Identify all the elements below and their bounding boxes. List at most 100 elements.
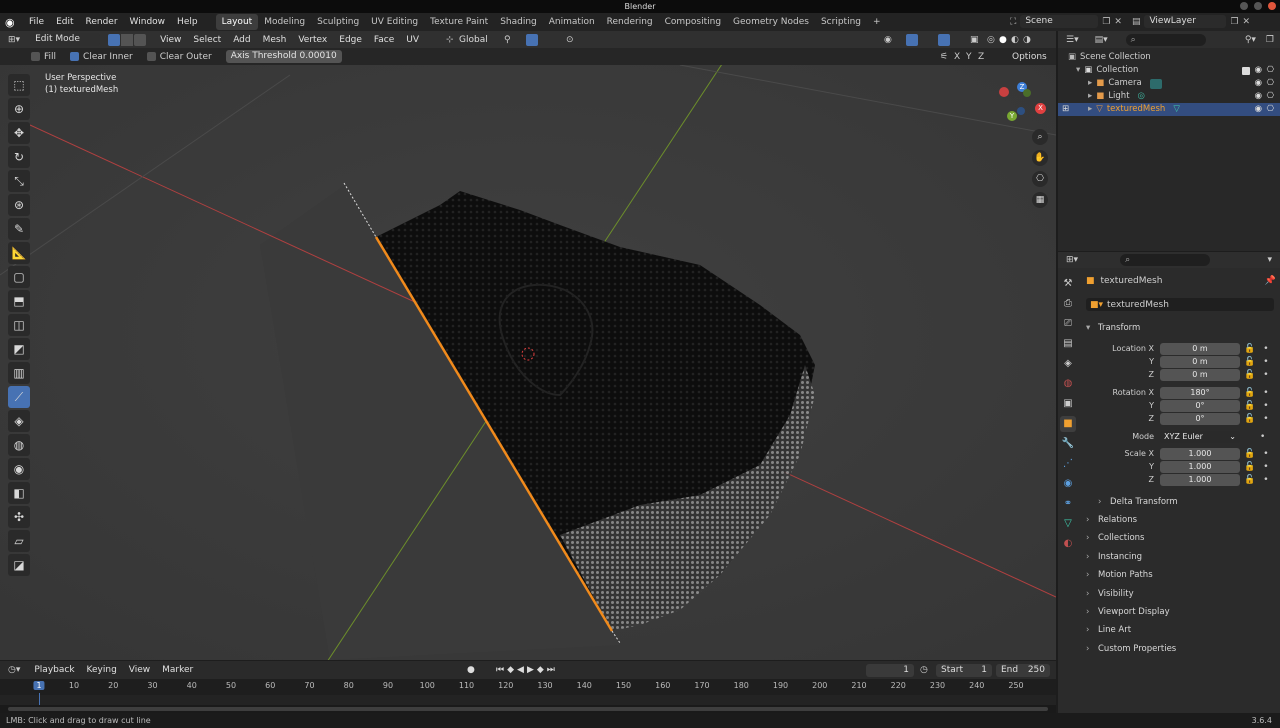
edge-slide-icon[interactable]: ◧ [8,482,30,504]
lock-icon[interactable]: 🔓 [1244,475,1255,485]
gizmo-neg-x[interactable] [999,87,1009,97]
poly-build-icon[interactable]: ◈ [8,410,30,432]
editor-type-icon[interactable]: ⊞▾ [8,35,20,45]
delete-scene-icon[interactable]: ✕ [1114,17,1122,27]
menu-edge[interactable]: Edge [333,31,368,49]
particles-tab-icon[interactable]: ⋰ [1060,456,1076,472]
transform-icon[interactable]: ⊛ [8,194,30,216]
overlay-toggle-icon[interactable] [938,33,950,46]
add-workspace-button[interactable]: + [867,14,887,30]
location-x-field[interactable]: 0 m [1160,342,1240,355]
solid-shading-icon[interactable]: ● [999,35,1007,45]
snap-icon[interactable] [526,33,538,46]
keyframe-dot-icon[interactable]: • [1263,370,1268,380]
end-frame-field[interactable]: End 250 [996,663,1050,677]
expand-arrow-icon[interactable]: ▸ [1088,77,1092,90]
menu-edit[interactable]: Edit [50,13,79,31]
timeline-ruler[interactable]: 1 10 20 30 40 50 60 70 80 90 100 110 120 130 140 150 160… [0,679,1056,707]
edge-select-icon[interactable] [121,33,134,46]
lock-icon[interactable]: 🔓 [1244,357,1255,367]
menu-view[interactable]: View [154,31,187,49]
delta-transform-panel[interactable]: › Delta Transform [1098,494,1280,510]
knife-bisect-icon[interactable]: ⟋ [8,386,30,408]
keyframe-dot-icon[interactable]: • [1263,357,1268,367]
new-scene-icon[interactable]: ❐ [1102,17,1110,27]
viewport-canvas[interactable] [0,65,1056,660]
custom-properties-panel[interactable]: › Custom Properties [1086,641,1278,657]
tab-geometry-nodes[interactable]: Geometry Nodes [727,14,815,30]
rotate-icon[interactable]: ↻ [8,146,30,168]
outliner-search-input[interactable]: ⌕ [1125,33,1206,46]
gizmo-y[interactable]: Y [1007,111,1017,121]
pivot-icon[interactable]: ⚲ [504,35,511,45]
display-mode-icon[interactable]: ▤▾ [1095,35,1108,45]
extrude-icon[interactable]: ⬒ [8,290,30,312]
hand-pan-icon[interactable]: ✋ [1032,150,1048,166]
eye-icon[interactable]: ◉ [1255,77,1262,90]
menu-keying[interactable]: Keying [81,661,123,679]
xray-icon[interactable]: ▣ [970,35,979,45]
options-dropdown[interactable]: Options [1012,52,1047,62]
add-cube-icon[interactable]: ▢ [8,266,30,288]
smooth-icon[interactable]: ◉ [8,458,30,480]
outliner-row-camera[interactable]: ▸ ■ Camera ◉ ⎔ [1058,77,1280,90]
eye-icon[interactable]: ◉ [1255,90,1262,103]
menu-render[interactable]: Render [80,13,124,31]
viewlayer-icon[interactable]: ▤ [1132,17,1141,27]
timeline-scrollbar[interactable] [0,705,1056,713]
close-icon[interactable] [1268,2,1276,10]
tab-rendering[interactable]: Rendering [601,14,659,30]
outliner-editor-type-icon[interactable]: ☰▾ [1066,35,1079,45]
filter-icon[interactable]: ⚲▾ [1245,35,1256,45]
keyframe-dot-icon[interactable]: • [1263,401,1268,411]
constraints-tab-icon[interactable]: ⚭ [1060,496,1076,512]
keyframe-dot-icon[interactable]: • [1263,414,1268,424]
lock-icon[interactable]: 🔓 [1244,401,1255,411]
current-frame-field[interactable]: 1 [866,663,914,677]
ortho-grid-icon[interactable]: ▦ [1032,192,1048,208]
outliner-row-light[interactable]: ▸ ■ Light ◎ ◉ ⎔ [1058,90,1280,103]
lock-icon[interactable]: 🔓 [1244,370,1255,380]
scene-field[interactable]: Scene [1020,15,1099,28]
new-viewlayer-icon[interactable]: ❐ [1230,17,1238,27]
mirror-x[interactable]: X [954,52,960,62]
orientation-icon[interactable]: ⊹ [446,35,454,45]
select-box-icon[interactable]: ⬚ [8,74,30,96]
orientation-dropdown[interactable]: Global [459,35,488,45]
camera-data-icon[interactable] [1149,78,1162,89]
tab-sculpting[interactable]: Sculpting [311,14,365,30]
tab-texture-paint[interactable]: Texture Paint [424,14,494,30]
eye-icon[interactable]: ◉ [1255,64,1262,77]
measure-icon[interactable]: 📐 [8,242,30,264]
timeline-editor-type-icon[interactable]: ◷▾ [8,665,20,675]
spin-icon[interactable]: ◍ [8,434,30,456]
scene-icon[interactable]: ⛶ [1010,17,1016,27]
lock-icon[interactable]: 🔓 [1244,344,1255,354]
expand-arrow-icon[interactable]: ▸ [1088,90,1092,103]
cursor-icon[interactable]: ⊕ [8,98,30,120]
3d-viewport[interactable]: User Perspective (1) texturedMesh Z X Y … [0,65,1056,660]
gizmo-neg-y[interactable] [1023,89,1031,97]
face-select-icon[interactable] [134,33,147,46]
tab-layout[interactable]: Layout [215,14,259,30]
eye-icon[interactable]: ◉ [1255,103,1262,116]
location-z-field[interactable]: 0 m [1160,368,1240,381]
visibility-icon[interactable]: ◉ [884,35,892,45]
menu-face[interactable]: Face [368,31,400,49]
mode-dropdown[interactable]: Edit Mode [30,33,101,46]
menu-file[interactable]: File [23,13,50,31]
rendered-shading-icon[interactable]: ◑ [1023,35,1031,45]
annotate-icon[interactable]: ✎ [8,218,30,240]
tab-compositing[interactable]: Compositing [659,14,727,30]
physics-tab-icon[interactable]: ◉ [1060,476,1076,492]
menu-mesh[interactable]: Mesh [257,31,293,49]
tool-tab-icon[interactable]: ⚒ [1060,276,1076,292]
tab-scripting[interactable]: Scripting [815,14,867,30]
viewport-display-panel[interactable]: › Viewport Display [1086,604,1278,620]
new-collection-icon[interactable]: ❐ [1266,35,1274,45]
tab-modeling[interactable]: Modeling [258,14,311,30]
instancing-panel[interactable]: › Instancing [1086,549,1278,565]
inset-icon[interactable]: ◫ [8,314,30,336]
clock-icon[interactable]: ◷ [920,665,928,675]
light-data-icon[interactable]: ◎ [1138,90,1145,103]
